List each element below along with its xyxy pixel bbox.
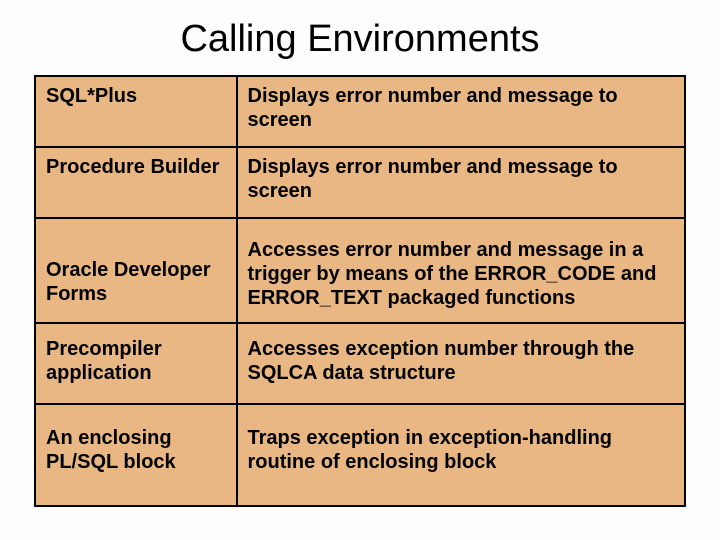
slide: Calling Environments SQL*Plus Displays e… [0,0,720,540]
table-row: Oracle Developer Forms Accesses error nu… [35,218,685,323]
env-cell: SQL*Plus [35,76,237,147]
env-cell: Precompiler application [35,323,237,404]
table-row: An enclosing PL/SQL block Traps exceptio… [35,404,685,505]
desc-cell: Accesses error number and message in a t… [237,218,686,323]
table-row: SQL*Plus Displays error number and messa… [35,76,685,147]
env-cell: Procedure Builder [35,147,237,218]
env-cell: An enclosing PL/SQL block [35,404,237,505]
env-cell: Oracle Developer Forms [35,218,237,323]
desc-cell: Displays error number and message to scr… [237,76,686,147]
page-title: Calling Environments [34,18,686,61]
desc-cell: Traps exception in exception-handling ro… [237,404,686,505]
table-row: Precompiler application Accesses excepti… [35,323,685,404]
desc-cell: Accesses exception number through the SQ… [237,323,686,404]
desc-cell: Displays error number and message to scr… [237,147,686,218]
table-row: Procedure Builder Displays error number … [35,147,685,218]
environments-table: SQL*Plus Displays error number and messa… [34,75,686,507]
